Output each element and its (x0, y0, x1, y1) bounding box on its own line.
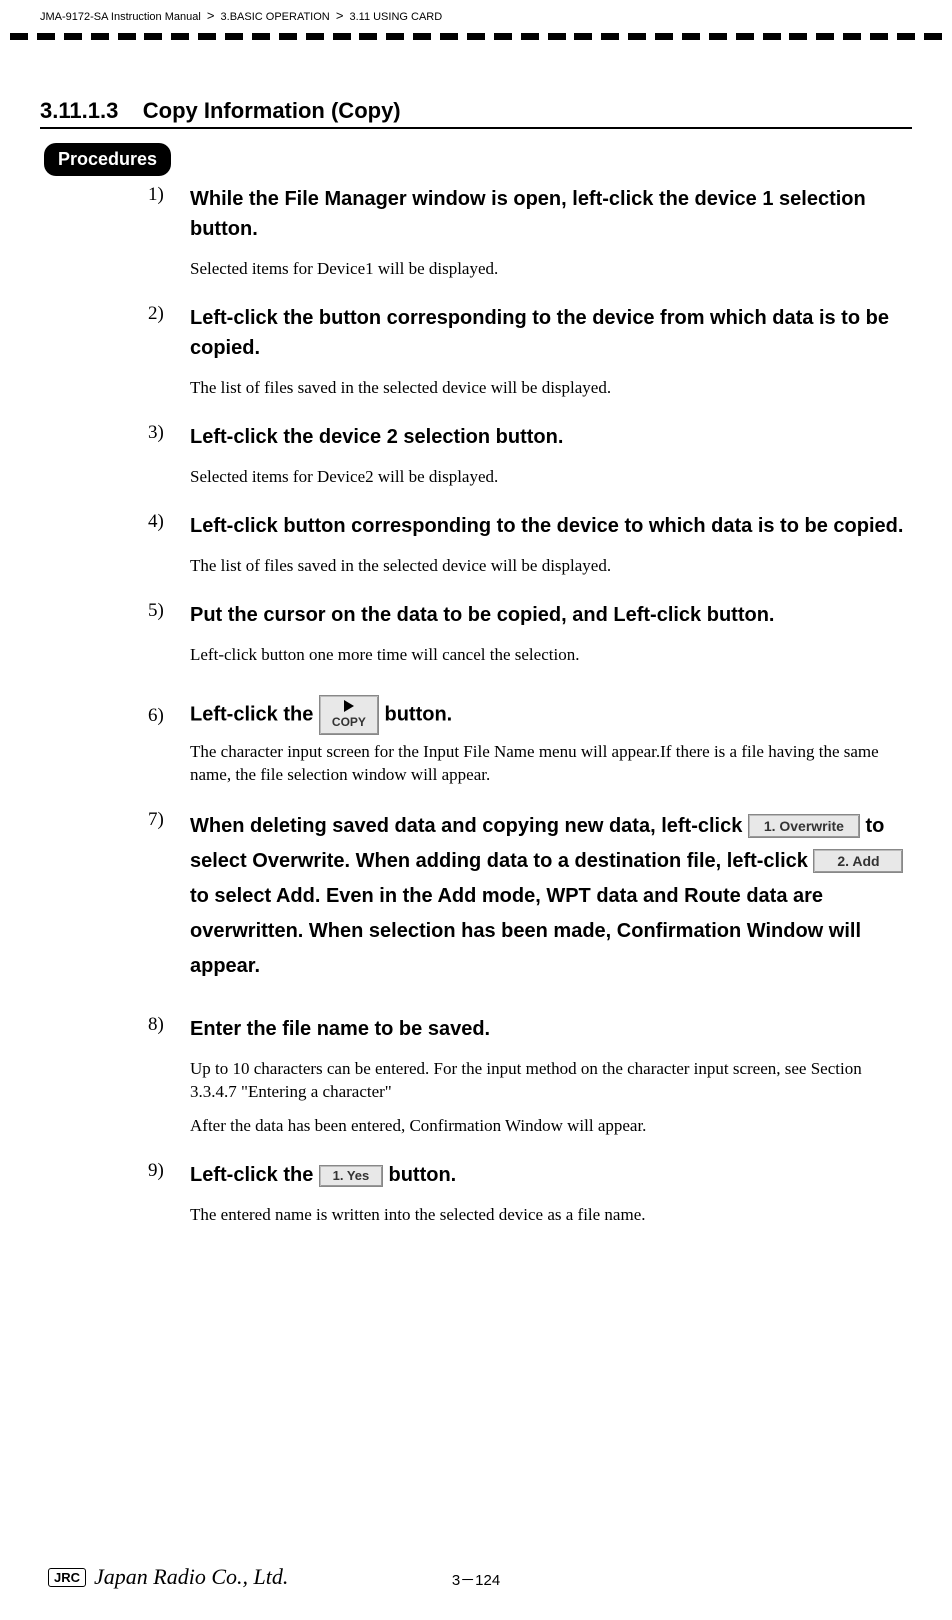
step-7: 7) When deleting saved data and copying … (40, 809, 912, 984)
step-title: Left-click the COPY button. (190, 695, 912, 735)
step-title: Left-click the button corresponding to t… (190, 303, 912, 363)
step-body: The list of files saved in the selected … (190, 377, 912, 400)
step-number: 6) (148, 705, 164, 727)
jrc-logo-box: JRC (48, 1568, 86, 1587)
step-body: Up to 10 characters can be entered. For … (190, 1058, 912, 1104)
heading-title: Copy Information (Copy) (143, 98, 401, 123)
divider-dashes (0, 29, 952, 43)
step-number: 4) (148, 511, 164, 533)
copy-button[interactable]: COPY (319, 695, 379, 735)
step-number: 5) (148, 600, 164, 622)
breadcrumb: JMA-9172-SA Instruction Manual > 3.BASIC… (40, 0, 912, 29)
step-1: 1) While the File Manager window is open… (40, 184, 912, 281)
step-number: 3) (148, 422, 164, 444)
step-title-post: button. (384, 703, 452, 725)
breadcrumb-manual: JMA-9172-SA Instruction Manual (40, 11, 201, 23)
company-name: Japan Radio Co., Ltd. (94, 1564, 288, 1590)
step-8: 8) Enter the file name to be saved. Up t… (40, 1014, 912, 1139)
step-3: 3) Left-click the device 2 selection but… (40, 422, 912, 489)
step-4: 4) Left-click button corresponding to th… (40, 511, 912, 578)
step-body: The character input screen for the Input… (190, 741, 912, 787)
page-footer: JRC Japan Radio Co., Ltd. 3－124 (0, 1569, 952, 1590)
step-title-pre: Left-click the (190, 703, 319, 725)
step7-text3: to select Add. Even in the Add mode, WPT… (190, 885, 861, 977)
step-number: 2) (148, 303, 164, 325)
step-body: Selected items for Device2 will be displ… (190, 466, 912, 489)
step-title: When deleting saved data and copying new… (190, 809, 912, 984)
breadcrumb-section: 3.11 USING CARD (349, 11, 442, 23)
step-number: 7) (148, 809, 164, 831)
step-title: Put the cursor on the data to be copied,… (190, 600, 912, 630)
step-body: The entered name is written into the sel… (190, 1204, 912, 1227)
breadcrumb-sep-2: > (333, 8, 347, 23)
footer-logo: JRC Japan Radio Co., Ltd. (48, 1564, 288, 1590)
step-title: Enter the file name to be saved. (190, 1014, 912, 1044)
step-body-2: After the data has been entered, Confirm… (190, 1115, 912, 1138)
step-number: 8) (148, 1014, 164, 1036)
play-icon (344, 700, 354, 712)
section-heading: 3.11.1.3 Copy Information (Copy) (40, 98, 912, 129)
step-number: 1) (148, 184, 164, 206)
step-title: Left-click button corresponding to the d… (190, 511, 912, 541)
procedures-badge: Procedures (44, 143, 171, 176)
yes-button[interactable]: 1. Yes (319, 1165, 383, 1187)
add-button[interactable]: 2. Add (813, 849, 903, 873)
step-body: The list of files saved in the selected … (190, 555, 912, 578)
step-title: Left-click the 1. Yes button. (190, 1160, 912, 1190)
overwrite-button[interactable]: 1. Overwrite (748, 814, 860, 838)
step-title-pre: Left-click the (190, 1164, 319, 1186)
step-title: While the File Manager window is open, l… (190, 184, 912, 244)
step7-text1: When deleting saved data and copying new… (190, 815, 748, 837)
step-2: 2) Left-click the button corresponding t… (40, 303, 912, 400)
step-6: 6) Left-click the COPY button. The chara… (40, 695, 912, 787)
page-number: 3－124 (452, 1569, 500, 1590)
heading-number: 3.11.1.3 (40, 98, 118, 123)
breadcrumb-chapter: 3.BASIC OPERATION (221, 11, 330, 23)
step-title: Left-click the device 2 selection button… (190, 422, 912, 452)
step-number: 9) (148, 1160, 164, 1182)
copy-button-label: COPY (320, 713, 378, 731)
step-9: 9) Left-click the 1. Yes button. The ent… (40, 1160, 912, 1227)
step-body: Selected items for Device1 will be displ… (190, 258, 912, 281)
step-body: Left-click button one more time will can… (190, 644, 912, 667)
breadcrumb-sep-1: > (204, 8, 218, 23)
step-5: 5) Put the cursor on the data to be copi… (40, 600, 912, 667)
step-title-post: button. (388, 1164, 456, 1186)
